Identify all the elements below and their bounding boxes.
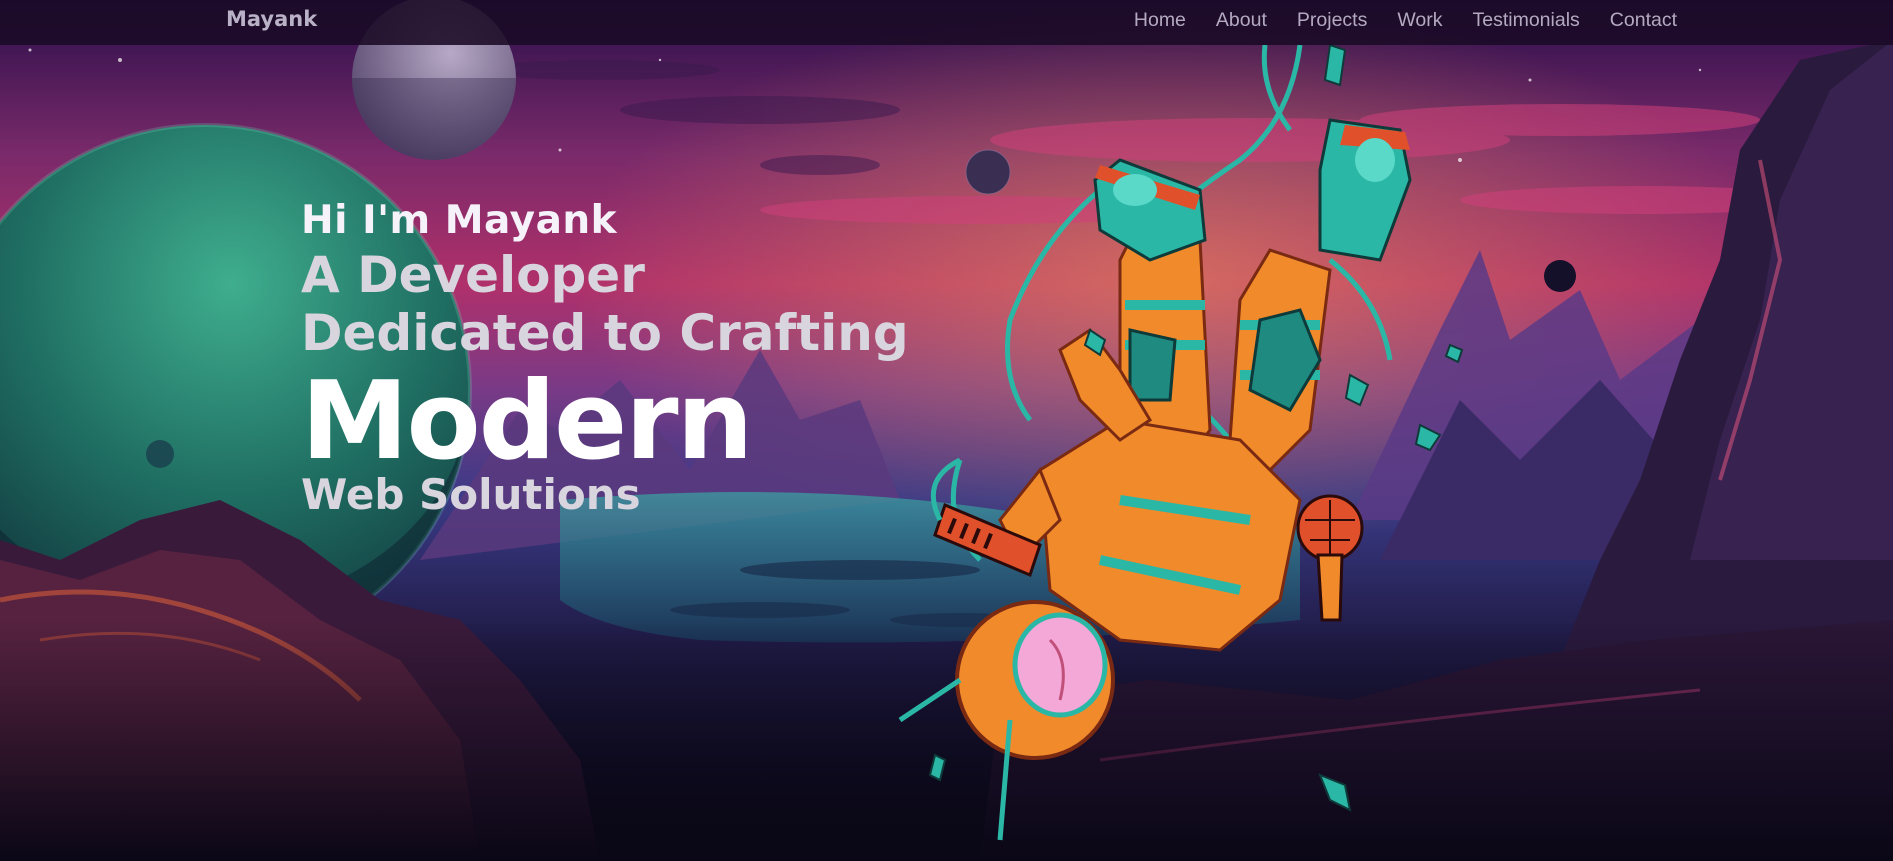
- hero-section: Hi I'm Mayank A Developer Dedicated to C…: [301, 196, 909, 520]
- brand-logo-link[interactable]: Mayank: [226, 7, 317, 31]
- nav-item-contact: Contact: [1610, 9, 1677, 32]
- nav-link-about[interactable]: About: [1216, 9, 1267, 31]
- nav-link-projects[interactable]: Projects: [1297, 9, 1367, 31]
- nav-link-work[interactable]: Work: [1397, 9, 1442, 31]
- nav-item-home: Home: [1134, 9, 1186, 32]
- nav-item-about: About: [1216, 9, 1267, 32]
- hero-role-line1: A Developer: [301, 246, 645, 304]
- nav-links: Home About Projects Work Testimonials Co…: [1134, 9, 1677, 32]
- landing-page: Mayank Home About Projects Work Testimon…: [0, 0, 1893, 861]
- top-navbar: Mayank Home About Projects Work Testimon…: [0, 0, 1893, 45]
- nav-item-testimonials: Testimonials: [1473, 9, 1580, 32]
- nav-link-testimonials[interactable]: Testimonials: [1473, 9, 1580, 31]
- hero-highlight: Modern: [301, 359, 753, 484]
- nav-item-projects: Projects: [1297, 9, 1367, 32]
- hero-role-line3: Web Solutions: [301, 470, 641, 519]
- nav-link-home[interactable]: Home: [1134, 9, 1186, 31]
- nav-link-contact[interactable]: Contact: [1610, 9, 1677, 31]
- space-landscape-illustration: [0, 0, 1893, 861]
- hero-role-line2: Dedicated to Crafting: [301, 304, 909, 362]
- hero-greeting: Hi I'm Mayank: [301, 198, 618, 243]
- nav-item-work: Work: [1397, 9, 1442, 32]
